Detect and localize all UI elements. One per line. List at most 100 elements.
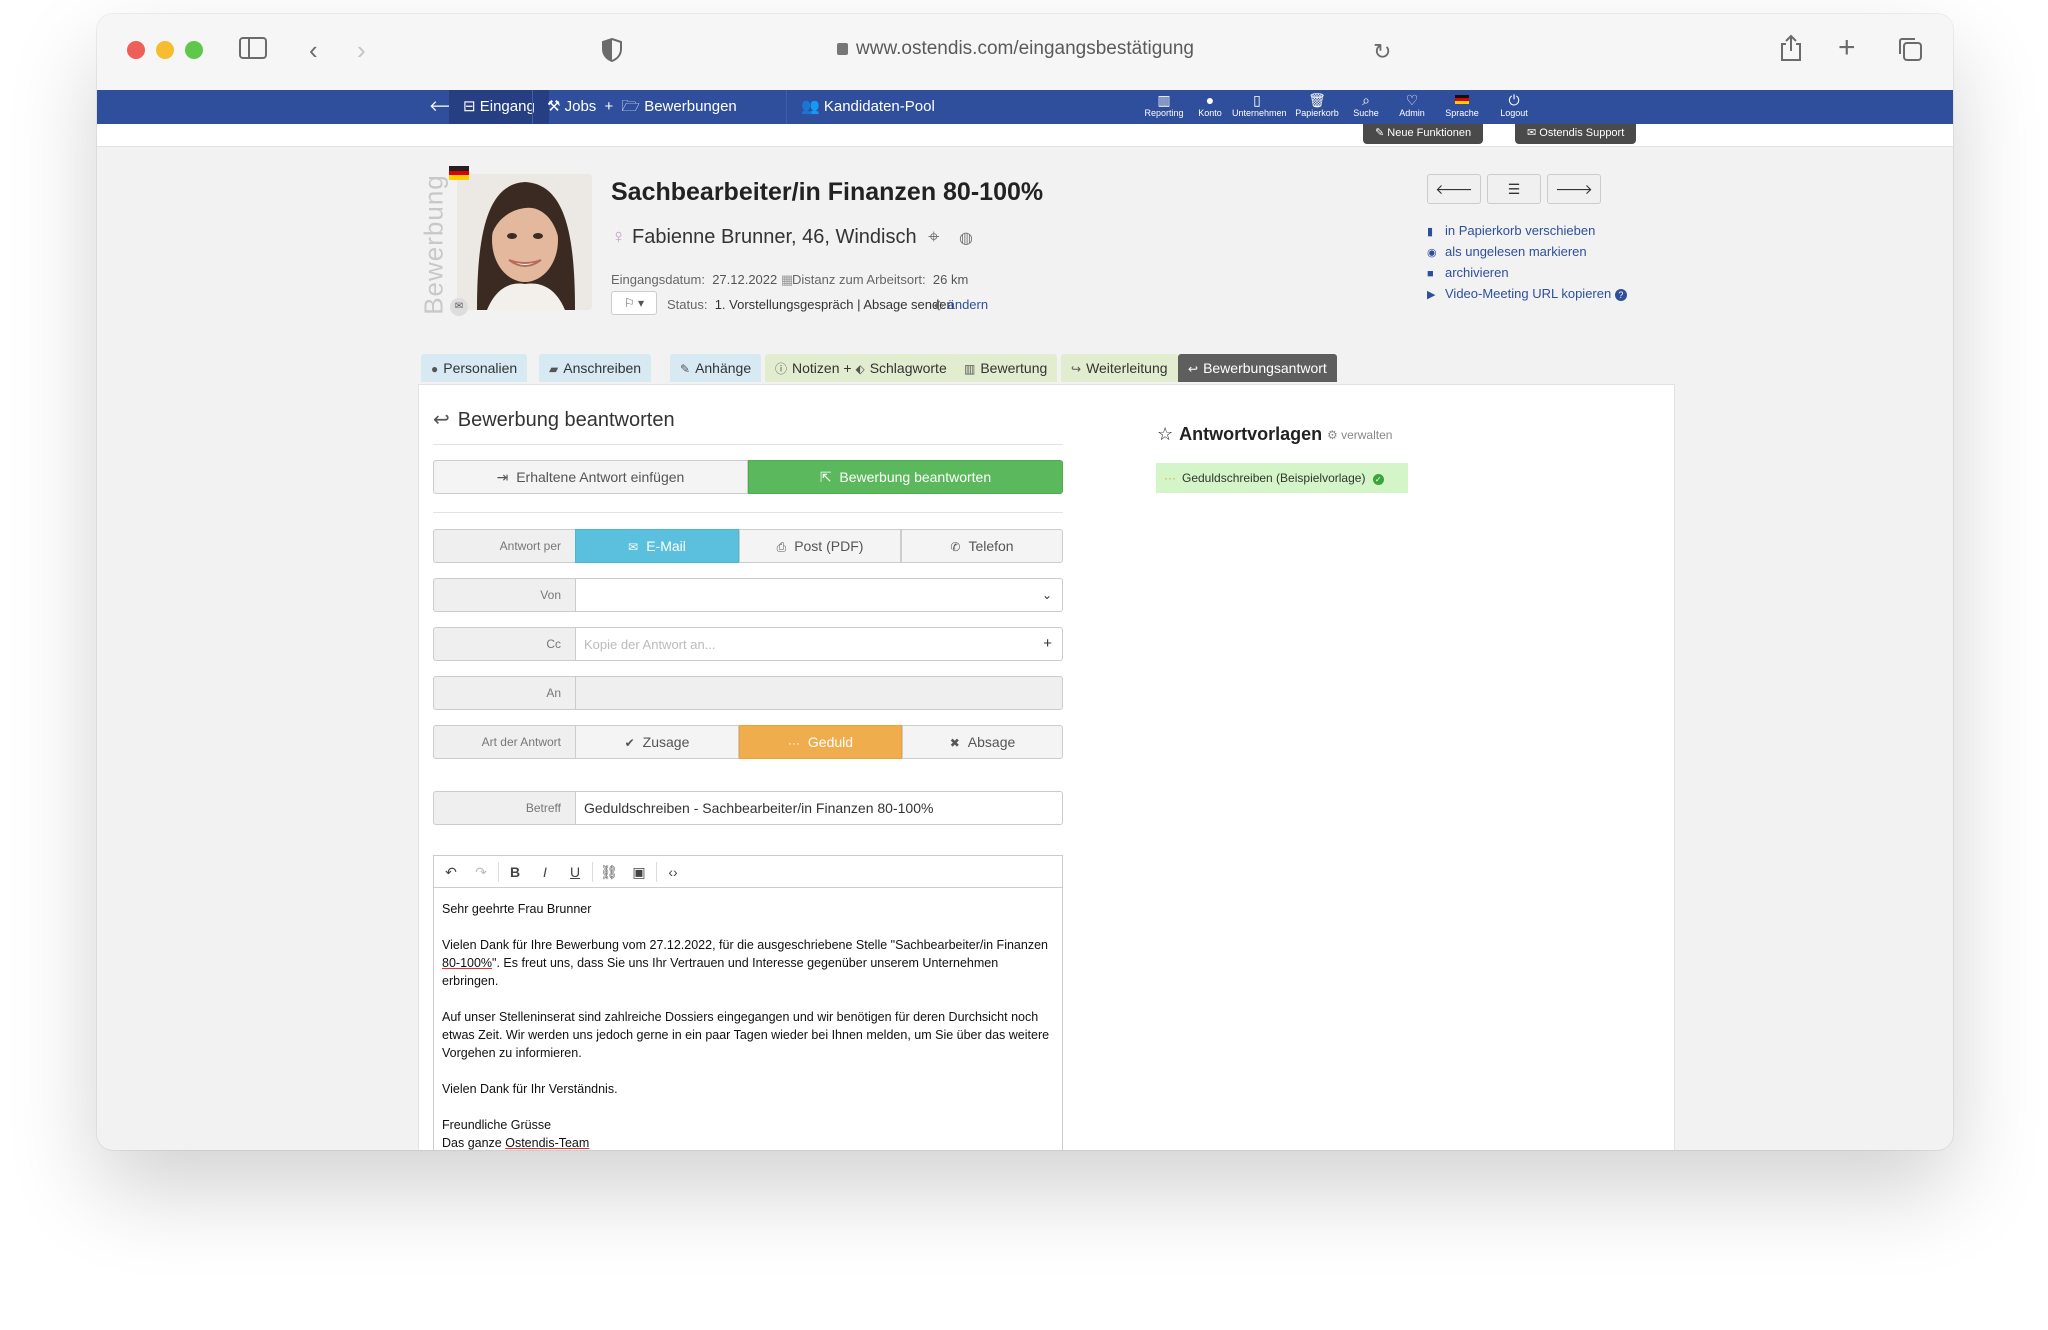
letter-paragraph: Vielen Dank für Ihr Verständnis. (442, 1082, 618, 1096)
move-to-trash-link[interactable]: ▮ in Papierkorb verschieben (1427, 220, 1627, 241)
italic-icon[interactable]: I (530, 856, 560, 888)
tabs-overview-icon[interactable] (1897, 36, 1923, 67)
globe-icon[interactable]: ◍ (959, 230, 973, 247)
ellipsis-icon: ··· (1164, 471, 1176, 485)
nav-admin[interactable]: ♡ Admin (1387, 92, 1437, 119)
chevron-down-icon: ⌄ (1041, 588, 1052, 602)
list-button[interactable]: ☰ (1487, 174, 1541, 204)
manage-templates-link[interactable]: ⚙ verwalten (1327, 428, 1392, 442)
new-features-button[interactable]: ✎ Neue Funktionen (1363, 124, 1484, 144)
map-pin-icon[interactable]: ⌖ (928, 226, 939, 248)
flag-de-icon (1455, 95, 1469, 104)
nav-unternehmen[interactable]: ▯ Unternehmen (1232, 92, 1287, 119)
search-icon: ⌕ (1362, 92, 1370, 108)
reply-icon: ↩ (1188, 362, 1199, 376)
envelope-icon[interactable]: ✉ (450, 298, 468, 316)
tab-anschreiben[interactable]: ▰ Anschreiben (539, 354, 652, 382)
tab-bewertung[interactable]: ▥ Bewertung (954, 354, 1058, 382)
tab-anhaenge[interactable]: ✎ Anhänge (670, 354, 762, 382)
support-button[interactable]: ✉ Ostendis Support (1515, 124, 1637, 144)
link-icon[interactable]: ⛓ (594, 856, 624, 888)
answer-via-post[interactable]: ⎙ Post (PDF) (739, 529, 901, 563)
redo-icon[interactable]: ↷ (466, 856, 496, 888)
undo-icon[interactable]: ↶ (436, 856, 466, 888)
paperclip-icon: ✎ (680, 362, 691, 376)
share-icon: ⇱ (819, 469, 836, 485)
to-field[interactable] (575, 676, 1063, 710)
nav-item-label: Bewerbungen (644, 98, 737, 115)
answer-type-zusage[interactable]: ✔ Zusage (575, 725, 739, 759)
check-circle-icon: ✓ (1372, 474, 1384, 485)
action-links: ▮ in Papierkorb verschieben ◉ als ungelese… (1427, 220, 1627, 304)
candidate-photo[interactable] (457, 174, 592, 310)
nav-logout[interactable]: ⏻ Logout (1489, 92, 1539, 119)
gavel-icon: ⚒ (547, 98, 565, 115)
insert-received-answer-button[interactable]: ⇥ Erhaltene Antwort einfügen (433, 460, 748, 494)
next-application-button[interactable]: 🡒 (1547, 174, 1601, 204)
address-bar[interactable]: www.ostendis.com/eingangsbestätigung (837, 38, 1194, 60)
tab-personalien[interactable]: ● Personalien (421, 354, 528, 382)
answer-type-geduld[interactable]: ··· Geduld (739, 725, 902, 759)
nav-papierkorb[interactable]: 🗑 Papierkorb (1292, 92, 1342, 119)
print-icon: ⎙ (776, 540, 787, 554)
user-icon: ● (431, 362, 439, 376)
nav-item-kandidaten-pool[interactable]: 👥 Kandidaten-Pool (787, 90, 949, 124)
change-status-link[interactable]: ⬖ ändern (934, 297, 988, 313)
divider (433, 444, 1063, 445)
from-select[interactable]: ⌄ (575, 578, 1063, 612)
forward-icon[interactable]: › (357, 36, 366, 64)
reload-icon[interactable]: ↻ (1373, 38, 1391, 66)
minimize-window-button[interactable] (156, 41, 174, 59)
archive-link[interactable]: ■ archivieren (1427, 262, 1627, 283)
section-title: ↩ Bewerbung beantworten (433, 409, 675, 431)
nav-reporting[interactable]: ▥ Reporting (1139, 92, 1189, 119)
star-icon: ☆ (1157, 424, 1174, 444)
cc-input[interactable]: Kopie der Antwort an... + (575, 627, 1063, 661)
letter-body[interactable]: Sehr geehrte Frau Brunner Vielen Dank fü… (442, 900, 1056, 1150)
cogs-icon: ⚙ (1327, 428, 1342, 442)
lock-icon (837, 43, 848, 55)
nav-konto[interactable]: ● Konto (1185, 92, 1235, 119)
template-item[interactable]: ··· Geduldschreiben (Beispielvorlage) ✓ (1156, 463, 1408, 493)
mark-unread-link[interactable]: ◉ als ungelesen markieren (1427, 241, 1627, 262)
letter-closing: Freundliche Grüsse (442, 1118, 552, 1132)
inbox-icon: ⊟ (463, 98, 480, 115)
answer-via-phone[interactable]: ✆ Telefon (901, 529, 1063, 563)
status-text: 1. Vorstellungsgespräch | Absage senden (714, 297, 954, 312)
image-icon[interactable]: ▣ (624, 856, 654, 888)
nav-item-jobs[interactable]: ⚒ Jobs + 🗁 Bewerbungen (533, 90, 751, 124)
code-icon[interactable]: ‹› (658, 856, 688, 888)
plus-icon[interactable]: + (1043, 628, 1052, 660)
help-icon[interactable]: ? (1614, 289, 1627, 301)
nav-suche[interactable]: ⌕ Suche (1341, 92, 1391, 119)
back-icon[interactable]: ‹ (309, 36, 318, 64)
tab-bewerbungsantwort[interactable]: ↩ Bewerbungsantwort (1178, 354, 1337, 382)
tab-weiterleitung[interactable]: ↪ Weiterleitung (1061, 354, 1178, 382)
previous-application-button[interactable]: 🡐 (1427, 174, 1481, 204)
copy-video-url-link[interactable]: ▶ Video-Meeting URL kopieren ? (1427, 283, 1627, 304)
answer-application-button[interactable]: ⇱ Bewerbung beantworten (748, 460, 1063, 494)
tab-notizen-schlagworte[interactable]: ⓘ Notizen + ⬖ Schlagworte (765, 354, 957, 382)
letter-paragraph: Vielen Dank für Ihre Bewerbung vom 27.12… (442, 938, 1048, 988)
share-icon[interactable] (1780, 34, 1802, 67)
answer-type-absage[interactable]: ✖ Absage (902, 725, 1063, 759)
shield-icon[interactable] (602, 37, 622, 67)
folder-icon: 🗁 (621, 98, 645, 115)
subject-input[interactable]: Geduldschreiben - Sachbearbeiter/in Fina… (575, 791, 1063, 825)
answer-via-email[interactable]: ✉ E-Mail (575, 529, 739, 563)
templates-title: ☆ Antwortvorlagen (1157, 424, 1323, 444)
zoom-window-button[interactable] (185, 41, 203, 59)
bold-icon[interactable]: B (500, 856, 530, 888)
from-row: Von ⌄ (433, 578, 1063, 612)
nav-sprache[interactable]: Sprache (1437, 92, 1487, 119)
trash-icon: 🗑 (1308, 92, 1326, 108)
female-icon: ♀ (611, 226, 626, 248)
close-window-button[interactable] (127, 41, 145, 59)
flag-dropdown[interactable]: ⚐ ▾ (611, 291, 657, 315)
new-tab-icon[interactable]: + (1838, 33, 1856, 63)
rich-text-editor[interactable]: ↶ ↷ B I U ⛓ ▣ ‹› Sehr geehrte Frau Brunn… (433, 855, 1063, 1150)
sidebar-toggle-icon[interactable] (239, 36, 267, 64)
nav-plus: + (604, 98, 614, 115)
phone-icon: ✆ (950, 540, 961, 554)
underline-icon[interactable]: U (560, 856, 590, 888)
